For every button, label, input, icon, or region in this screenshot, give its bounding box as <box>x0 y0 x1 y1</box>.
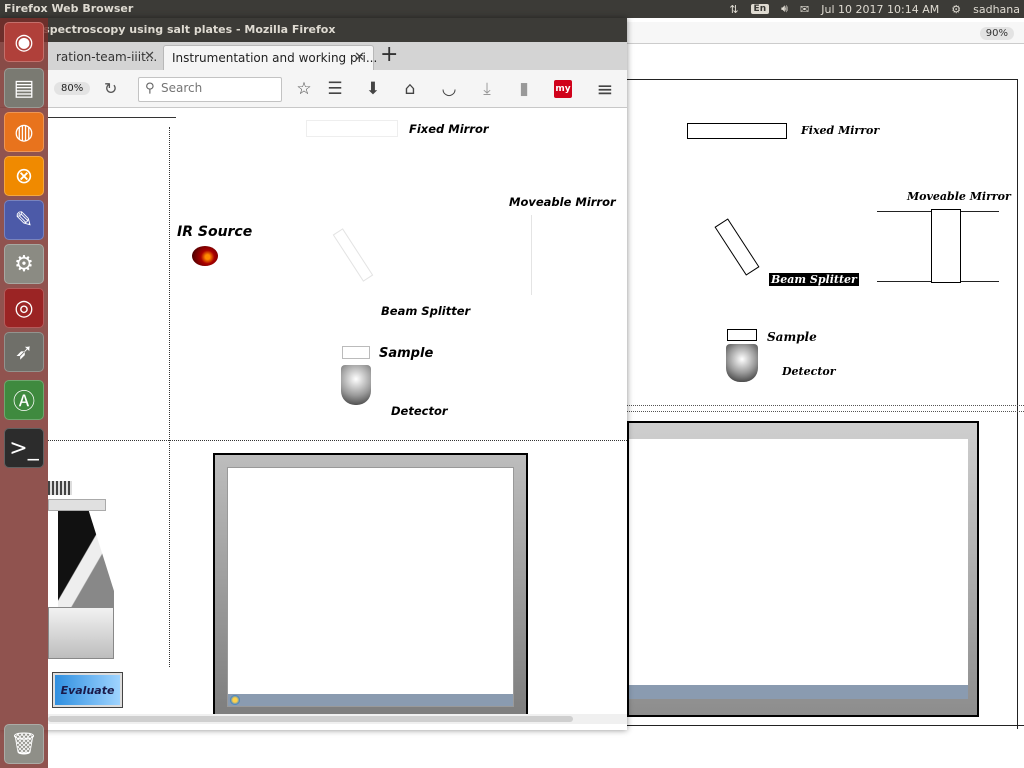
bg-detector-label: Detector <box>782 365 836 378</box>
moveable-mirror-label: Moveable Mirror <box>509 195 616 209</box>
software-updater-icon[interactable]: Ⓐ <box>4 380 44 420</box>
bg-dotted-rule-2 <box>627 411 1024 412</box>
search-input[interactable] <box>161 81 276 95</box>
background-top-rule <box>627 79 1017 80</box>
extension-icon[interactable]: ▮ <box>513 78 535 100</box>
bg-monitor-taskbar <box>629 685 968 699</box>
tab-active[interactable]: Instrumentation and working pri... ✕ <box>163 45 378 70</box>
start-orb-icon <box>230 695 240 705</box>
reload-icon[interactable]: ↻ <box>104 79 117 98</box>
evaluate-button[interactable]: Evaluate <box>52 672 123 708</box>
zoom-indicator[interactable]: 80% <box>54 82 91 95</box>
volume-icon[interactable]: 🔊︎ <box>781 2 788 16</box>
background-bottom-rule <box>627 725 1024 726</box>
navigation-toolbar: 80% ↻ ⚲ ☆ ☰ ⬇ ⌂ ◡ ⤓ ▮ my ≡ <box>0 70 627 108</box>
bg-monitor <box>627 421 979 717</box>
tab-strip: ration-team-iiit... ✕ Instrumentation an… <box>0 42 627 70</box>
top-panel: Firefox Web Browser ⇅ En 🔊︎ ✉ Jul 10 201… <box>0 0 1024 18</box>
bookmark-star-icon[interactable]: ☆ <box>293 78 315 100</box>
tab-label: Instrumentation and working pri... <box>172 51 378 65</box>
downloads-icon[interactable]: ⤓ <box>476 78 498 100</box>
spectrometer-vent <box>48 481 72 495</box>
spectrometer-base <box>48 607 114 659</box>
moveable-mirror-track <box>531 215 532 295</box>
bg-dotted-rule-1 <box>627 405 1024 406</box>
files-icon[interactable]: ▤ <box>4 68 44 108</box>
bg-sample-label: Sample <box>767 330 817 344</box>
detector-label: Detector <box>391 404 448 418</box>
keyboard-layout-indicator[interactable]: En <box>750 4 770 14</box>
bg-moveable-mirror <box>931 209 961 283</box>
spectrometer-body <box>48 499 106 511</box>
network-transfer-icon[interactable]: ⇅ <box>729 3 738 16</box>
bg-detector <box>726 344 758 382</box>
horizontal-scrollbar[interactable] <box>48 714 627 724</box>
app-x-icon[interactable]: ⊗ <box>4 156 44 196</box>
panel-indicators: ⇅ En 🔊︎ ✉ Jul 10 2017 10:14 AM ⚙ sadhana <box>729 1 1020 17</box>
session-gear-icon[interactable]: ⚙ <box>951 3 961 16</box>
tab-inactive[interactable]: ration-team-iiit... ✕ <box>48 45 163 70</box>
bg-monitor-screen <box>629 439 968 685</box>
fixed-mirror-label: Fixed Mirror <box>409 122 489 136</box>
trash-icon[interactable]: 🗑︎ <box>4 724 44 764</box>
evaluate-button-face: Evaluate <box>55 675 120 705</box>
close-tab-icon[interactable]: ✕ <box>354 50 365 65</box>
fixed-mirror <box>306 120 398 137</box>
tab-label: ration-team-iiit... <box>56 50 158 64</box>
diagram-top-rule <box>48 117 176 118</box>
evaluate-button-label: Evaluate <box>60 683 115 697</box>
close-tab-icon[interactable]: ✕ <box>144 49 155 64</box>
mail-icon[interactable]: ✉ <box>800 3 809 16</box>
search-box[interactable]: ⚲ <box>138 77 282 102</box>
user-name[interactable]: sadhana <box>973 3 1020 16</box>
search-icon: ⚲ <box>145 81 155 96</box>
monitor-screen <box>227 467 514 707</box>
firefox-window[interactable]: ed spectroscopy using salt plates - Mozi… <box>0 18 627 730</box>
spectrometer-lid <box>58 511 114 611</box>
detector <box>341 365 371 405</box>
pocket-icon[interactable]: ◡ <box>438 78 460 100</box>
background-zoom-indicator[interactable]: 90% <box>979 27 1014 40</box>
diagram-mid-dotted-rule <box>48 440 627 441</box>
bg-sample-cell <box>727 329 757 341</box>
clock[interactable]: Jul 10 2017 10:14 AM <box>821 3 939 16</box>
bg-fixed-mirror-label: Fixed Mirror <box>801 124 880 137</box>
unity-launcher: ◉ ▤ ◍ ⊗ ✎ ⚙ ◎ ➶ Ⓐ >_ 🗑︎ <box>0 18 48 768</box>
rocket-icon[interactable]: ➶ <box>4 332 44 372</box>
bg-moveable-mirror-label: Moveable Mirror <box>907 190 1011 203</box>
new-tab-button[interactable]: + <box>380 44 398 66</box>
sample-label: Sample <box>379 346 434 361</box>
terminal-icon[interactable]: >_ <box>4 428 44 468</box>
system-settings-icon[interactable]: ⚙ <box>4 244 44 284</box>
text-editor-icon[interactable]: ✎ <box>4 200 44 240</box>
background-right-rule <box>1017 79 1018 729</box>
beam-splitter-label: Beam Splitter <box>381 304 471 318</box>
bg-beam-splitter <box>714 218 760 276</box>
bg-fixed-mirror <box>687 123 787 139</box>
scrollbar-thumb[interactable] <box>48 716 573 722</box>
my-addon-icon[interactable]: my <box>554 80 572 98</box>
hamburger-menu-icon[interactable]: ≡ <box>594 78 616 100</box>
firefox-icon[interactable]: ◍ <box>4 112 44 152</box>
diagram-left-dotted-rule <box>169 127 170 667</box>
ir-source-label: IR Source <box>177 224 253 240</box>
spectrometer-image <box>48 481 114 661</box>
ir-source-lamp <box>192 246 218 266</box>
active-app-title: Firefox Web Browser <box>4 2 134 15</box>
ubuntu-dash-icon[interactable]: ◉ <box>4 22 44 62</box>
window-title: ed spectroscopy using salt plates - Mozi… <box>24 23 336 36</box>
window-titlebar[interactable]: ed spectroscopy using salt plates - Mozi… <box>0 18 627 42</box>
sample-cell <box>342 346 370 359</box>
reader-list-icon[interactable]: ☰ <box>324 78 346 100</box>
home-icon[interactable]: ⌂ <box>399 78 421 100</box>
page-content: Fixed Mirror Moveable Mirror IR Source B… <box>0 109 627 730</box>
monitor-taskbar <box>228 694 513 706</box>
monitor <box>213 453 528 723</box>
download-arrow-icon[interactable]: ⬇ <box>362 78 384 100</box>
bg-beam-splitter-label: Beam Splitter <box>769 273 859 286</box>
beam-splitter <box>332 228 374 282</box>
app-swirl-icon[interactable]: ◎ <box>4 288 44 328</box>
